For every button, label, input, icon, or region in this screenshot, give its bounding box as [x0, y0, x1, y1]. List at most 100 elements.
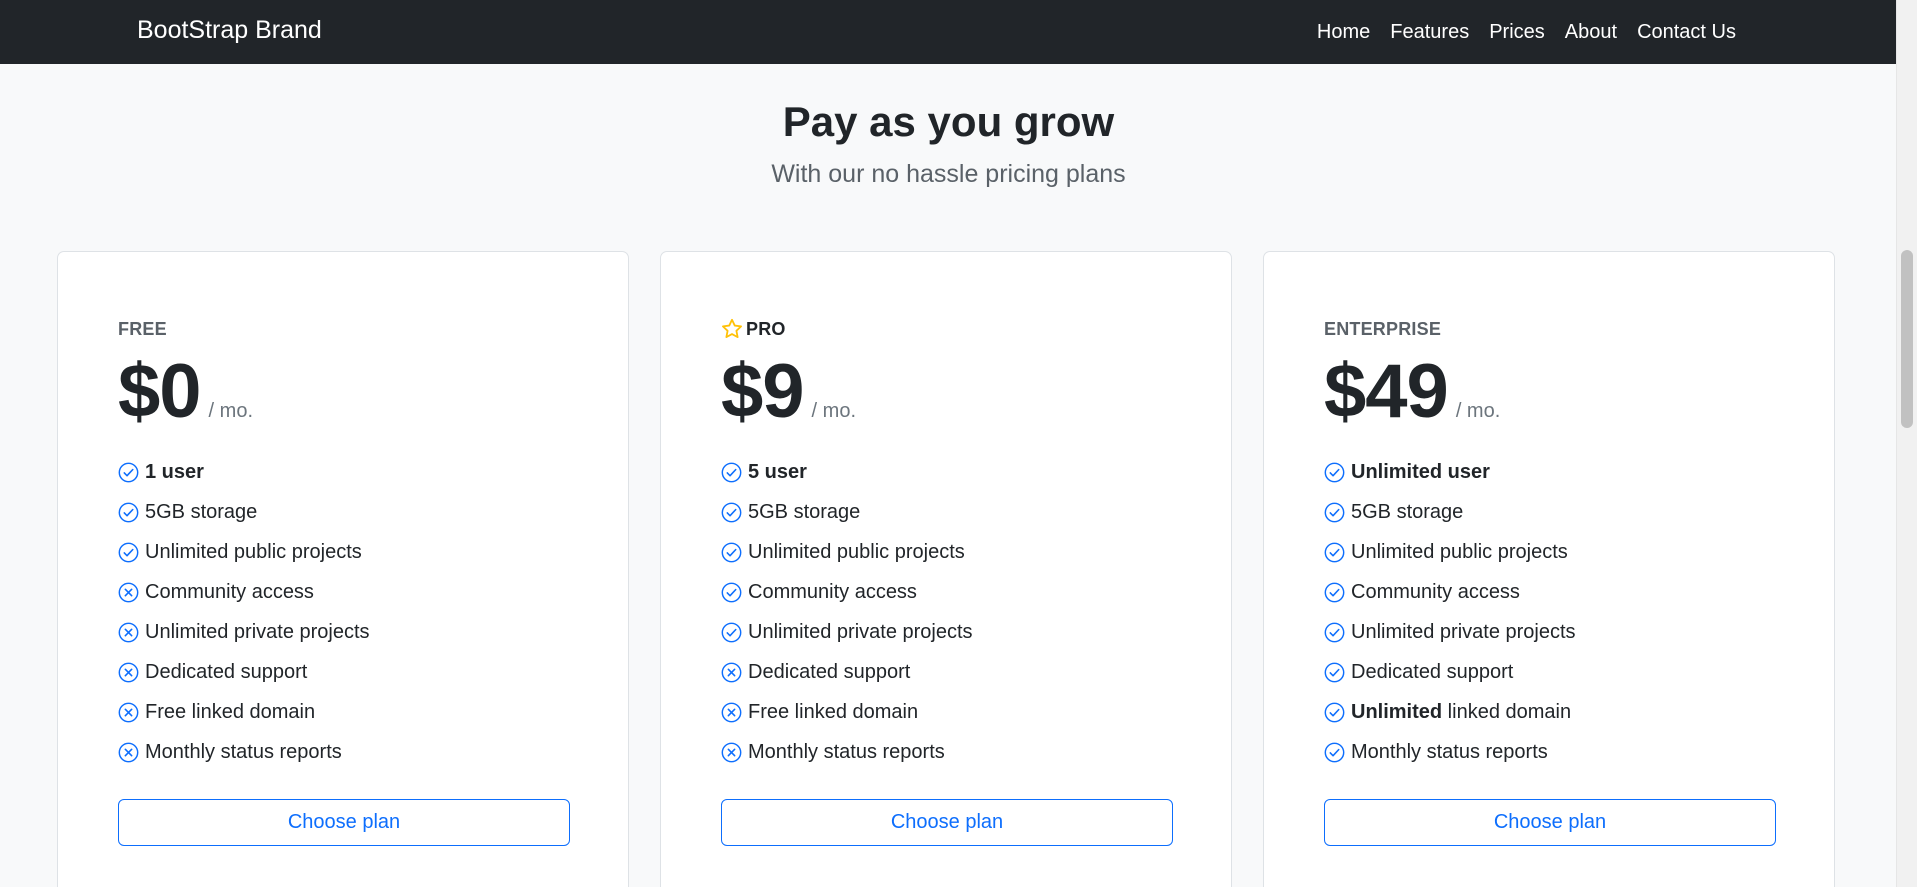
nav-link-home[interactable]: Home: [1307, 2, 1380, 62]
pricing-card-free: FREE $0 / mo. 1 user 5GB storage Unlimited…: [57, 251, 629, 887]
plan-price: $9: [721, 349, 805, 434]
page-scrollbar[interactable]: [1896, 0, 1917, 887]
feature-item: Free linked domain: [721, 692, 1173, 732]
star-icon: [722, 318, 742, 339]
feature-text: Monthly status reports: [748, 741, 945, 764]
feature-text: Dedicated support: [748, 661, 910, 684]
feature-item: Monthly status reports: [118, 732, 570, 772]
feature-item: Community access: [1324, 572, 1776, 612]
feature-text-regular: Unlimited public projects: [145, 540, 362, 563]
feature-text: Monthly status reports: [1351, 741, 1548, 764]
choose-plan-button-pro[interactable]: Choose plan: [721, 799, 1173, 846]
feature-text: Unlimited private projects: [145, 621, 370, 644]
choose-plan-button-enterprise[interactable]: Choose plan: [1324, 799, 1776, 846]
check-circle-icon: [1324, 742, 1345, 762]
x-circle-icon: [118, 662, 139, 682]
feature-text: 1 user: [145, 461, 204, 484]
card-body: FREE $0 / mo. 1 user 5GB storage Unlimited…: [118, 314, 570, 846]
plan-name-label: PRO: [746, 318, 786, 339]
feature-list: 5 user 5GB storage Unlimited public projec…: [721, 452, 1173, 772]
feature-text-regular: Unlimited private projects: [748, 620, 973, 643]
check-circle-icon: [721, 622, 742, 642]
nav-link-features[interactable]: Features: [1380, 2, 1479, 62]
check-circle-icon: [1324, 542, 1345, 562]
pricing-card-enterprise: ENTERPRISE $49 / mo. Unlimited user 5GB s…: [1263, 251, 1835, 887]
feature-item: 5GB storage: [721, 492, 1173, 532]
feature-item: Dedicated support: [721, 652, 1173, 692]
feature-item: Unlimited public projects: [721, 532, 1173, 572]
check-circle-icon: [721, 462, 742, 482]
check-circle-icon: [1324, 622, 1345, 642]
feature-text: Unlimited private projects: [748, 621, 973, 644]
feature-text: Dedicated support: [1351, 661, 1513, 684]
price-row: $49 / mo.: [1324, 352, 1776, 432]
feature-text: Unlimited public projects: [748, 541, 965, 564]
feature-text-regular: Free linked domain: [748, 700, 919, 723]
plan-name: FREE: [118, 314, 570, 344]
nav-link-contact-us[interactable]: Contact Us: [1627, 2, 1746, 62]
x-circle-icon: [721, 742, 742, 762]
page: BootStrap Brand Home Features Prices Abo…: [0, 0, 1917, 887]
pricing-card-pro: PRO $9 / mo. 5 user 5GB storage Unlimited …: [660, 251, 1232, 887]
scrollbar-thumb[interactable]: [1901, 250, 1913, 428]
check-circle-icon: [1324, 462, 1345, 482]
feature-text: Monthly status reports: [145, 741, 342, 764]
navbar-brand[interactable]: BootStrap Brand: [137, 0, 322, 64]
card-body: PRO $9 / mo. 5 user 5GB storage Unlimited …: [721, 314, 1173, 846]
feature-text-regular: 5GB storage: [748, 500, 861, 523]
navbar: BootStrap Brand Home Features Prices Abo…: [0, 0, 1897, 64]
feature-item: Unlimited private projects: [118, 612, 570, 652]
feature-item: Community access: [118, 572, 570, 612]
feature-item: Unlimited user: [1324, 452, 1776, 492]
feature-text-regular: Community access: [145, 580, 314, 603]
feature-item: 5GB storage: [1324, 492, 1776, 532]
feature-text-regular: Monthly status reports: [145, 740, 342, 763]
feature-item: 1 user: [118, 452, 570, 492]
feature-text: 5GB storage: [145, 501, 257, 524]
feature-text: Unlimited user: [1351, 461, 1490, 484]
x-circle-icon: [118, 742, 139, 762]
feature-text-regular: 5GB storage: [1351, 500, 1464, 523]
feature-text-regular: Dedicated support: [145, 660, 308, 683]
feature-text: Unlimited public projects: [1351, 541, 1568, 564]
feature-text: Unlimited private projects: [1351, 621, 1576, 644]
feature-text: Dedicated support: [145, 661, 307, 684]
price-row: $9 / mo.: [721, 352, 1173, 432]
feature-text-bold: Unlimited user: [1351, 460, 1490, 483]
x-circle-icon: [118, 582, 139, 602]
feature-text-regular: Community access: [748, 580, 917, 603]
feature-text: Community access: [1351, 581, 1520, 604]
feature-text-regular: Unlimited public projects: [748, 540, 965, 563]
plan-name-label: FREE: [118, 318, 167, 339]
feature-text-regular: Unlimited private projects: [145, 620, 370, 643]
feature-text-regular: Monthly status reports: [748, 740, 945, 763]
feature-item: Unlimited public projects: [1324, 532, 1776, 572]
feature-text-bold: 5 user: [748, 460, 807, 483]
feature-text-regular: Unlimited public projects: [1351, 540, 1568, 563]
check-circle-icon: [721, 502, 742, 522]
feature-text-bold: Unlimited: [1351, 700, 1443, 723]
page-title: Pay as you grow: [782, 98, 1115, 145]
x-circle-icon: [118, 702, 139, 722]
plan-name-label: ENTERPRISE: [1324, 318, 1442, 339]
feature-item: Unlimited private projects: [721, 612, 1173, 652]
feature-text-regular: 5GB storage: [145, 500, 258, 523]
plan-name: ENTERPRISE: [1324, 314, 1776, 344]
feature-item: 5GB storage: [118, 492, 570, 532]
feature-text-regular: Unlimited private projects: [1351, 620, 1576, 643]
feature-item: Dedicated support: [1324, 652, 1776, 692]
feature-text-regular: Free linked domain: [145, 700, 316, 723]
check-circle-icon: [118, 542, 139, 562]
pricing-header: Pay as you grow With our no hassle prici…: [0, 92, 1897, 194]
nav-link-prices[interactable]: Prices: [1479, 2, 1555, 62]
feature-text-regular: Community access: [1351, 580, 1520, 603]
price-period: / mo.: [1455, 400, 1501, 422]
feature-item: Unlimited public projects: [118, 532, 570, 572]
nav-link-about[interactable]: About: [1555, 2, 1627, 62]
check-circle-icon: [118, 502, 139, 522]
feature-list: 1 user 5GB storage Unlimited public projec…: [118, 452, 570, 772]
feature-text: Unlimited public projects: [145, 541, 362, 564]
page-subtitle: With our no hassle pricing plans: [771, 160, 1126, 188]
choose-plan-button-free[interactable]: Choose plan: [118, 799, 570, 846]
check-circle-icon: [118, 462, 139, 482]
